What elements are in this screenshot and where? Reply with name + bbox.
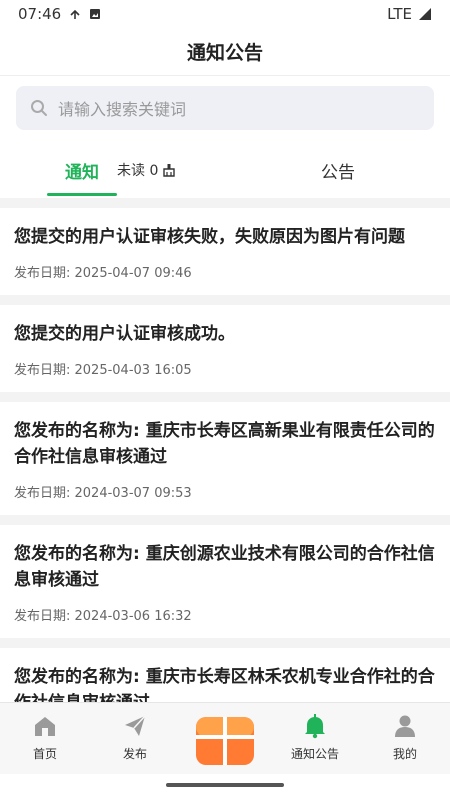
tab-notice[interactable]: 通知 (47, 142, 117, 198)
center-action-button[interactable] (194, 713, 256, 769)
grid-box-icon (196, 717, 254, 765)
nav-mine[interactable]: 我的 (370, 713, 440, 762)
search-input[interactable]: 请输入搜索关键词 (16, 86, 434, 130)
user-icon (395, 715, 415, 737)
home-icon (35, 717, 55, 736)
unread-filter[interactable]: 未读 0 (117, 142, 176, 198)
broom-icon (163, 164, 176, 177)
notice-date: 发布日期: 2024-03-07 09:53 (14, 486, 192, 501)
search-section: 请输入搜索关键词 (0, 76, 450, 142)
network-type: LTE (387, 5, 412, 23)
nav-mine-label: 我的 (392, 747, 417, 761)
paper-plane-icon (125, 715, 146, 736)
sync-icon (70, 9, 80, 19)
nav-publish[interactable]: 发布 (100, 713, 170, 762)
nav-notice[interactable]: 通知公告 (280, 713, 350, 762)
notice-title: 您发布的名称为: 重庆创源农业技术有限公司的合作社信息审核通过 (14, 544, 435, 590)
notice-date: 发布日期: 2025-04-03 16:05 (14, 363, 192, 378)
tab-active-indicator (47, 193, 117, 196)
status-bar: 07:46 LTE (0, 0, 450, 28)
list-item[interactable]: 您发布的名称为: 重庆创源农业技术有限公司的合作社信息审核通过 发布日期: 20… (0, 525, 450, 638)
list-item[interactable]: 您提交的用户认证审核失败，失败原因为图片有问题 发布日期: 2025-04-07… (0, 208, 450, 295)
notice-date: 发布日期: 2025-04-07 09:46 (14, 266, 192, 281)
unread-label: 未读 0 (117, 163, 159, 179)
system-nav-area (0, 774, 450, 800)
list-item[interactable]: 您提交的用户认证审核成功。 发布日期: 2025-04-03 16:05 (0, 305, 450, 392)
search-icon (31, 100, 47, 116)
tab-announcement-label: 公告 (321, 162, 355, 183)
notice-title: 您发布的名称为: 重庆市长寿区高新果业有限责任公司的合作社信息审核通过 (14, 421, 435, 467)
home-indicator[interactable] (166, 783, 284, 787)
bell-icon (305, 714, 325, 739)
status-left: 07:46 (18, 5, 101, 23)
notice-list: 您提交的用户认证审核失败，失败原因为图片有问题 发布日期: 2025-04-07… (0, 208, 450, 702)
notice-date: 发布日期: 2024-03-06 16:32 (14, 609, 192, 624)
nav-publish-label: 发布 (122, 747, 147, 761)
tab-notice-label: 通知 (65, 162, 99, 183)
notice-title: 您发布的名称为: 重庆市长寿区林禾农机专业合作社的合作社信息审核通过 (14, 667, 435, 702)
nav-home-label: 首页 (32, 747, 57, 761)
notice-title: 您提交的用户认证审核失败，失败原因为图片有问题 (14, 227, 405, 247)
notice-title: 您提交的用户认证审核成功。 (14, 324, 235, 344)
list-item[interactable]: 您发布的名称为: 重庆市长寿区林禾农机专业合作社的合作社信息审核通过 (0, 648, 450, 702)
page-title: 通知公告 (186, 42, 263, 64)
image-icon (90, 9, 101, 19)
signal-icon (419, 8, 431, 20)
nav-notice-label: 通知公告 (290, 747, 339, 761)
status-right: LTE (387, 5, 432, 23)
status-time: 07:46 (18, 5, 62, 23)
tab-bar: 通知 未读 0 公告 (0, 142, 450, 198)
nav-home[interactable]: 首页 (10, 713, 80, 762)
search-placeholder: 请输入搜索关键词 (58, 100, 187, 119)
list-item[interactable]: 您发布的名称为: 重庆市长寿区高新果业有限责任公司的合作社信息审核通过 发布日期… (0, 402, 450, 515)
page-header: 通知公告 (0, 28, 450, 76)
bottom-nav: 首页 发布 通知公告 我的 (0, 702, 450, 774)
tab-announcement[interactable]: 公告 (300, 142, 376, 198)
